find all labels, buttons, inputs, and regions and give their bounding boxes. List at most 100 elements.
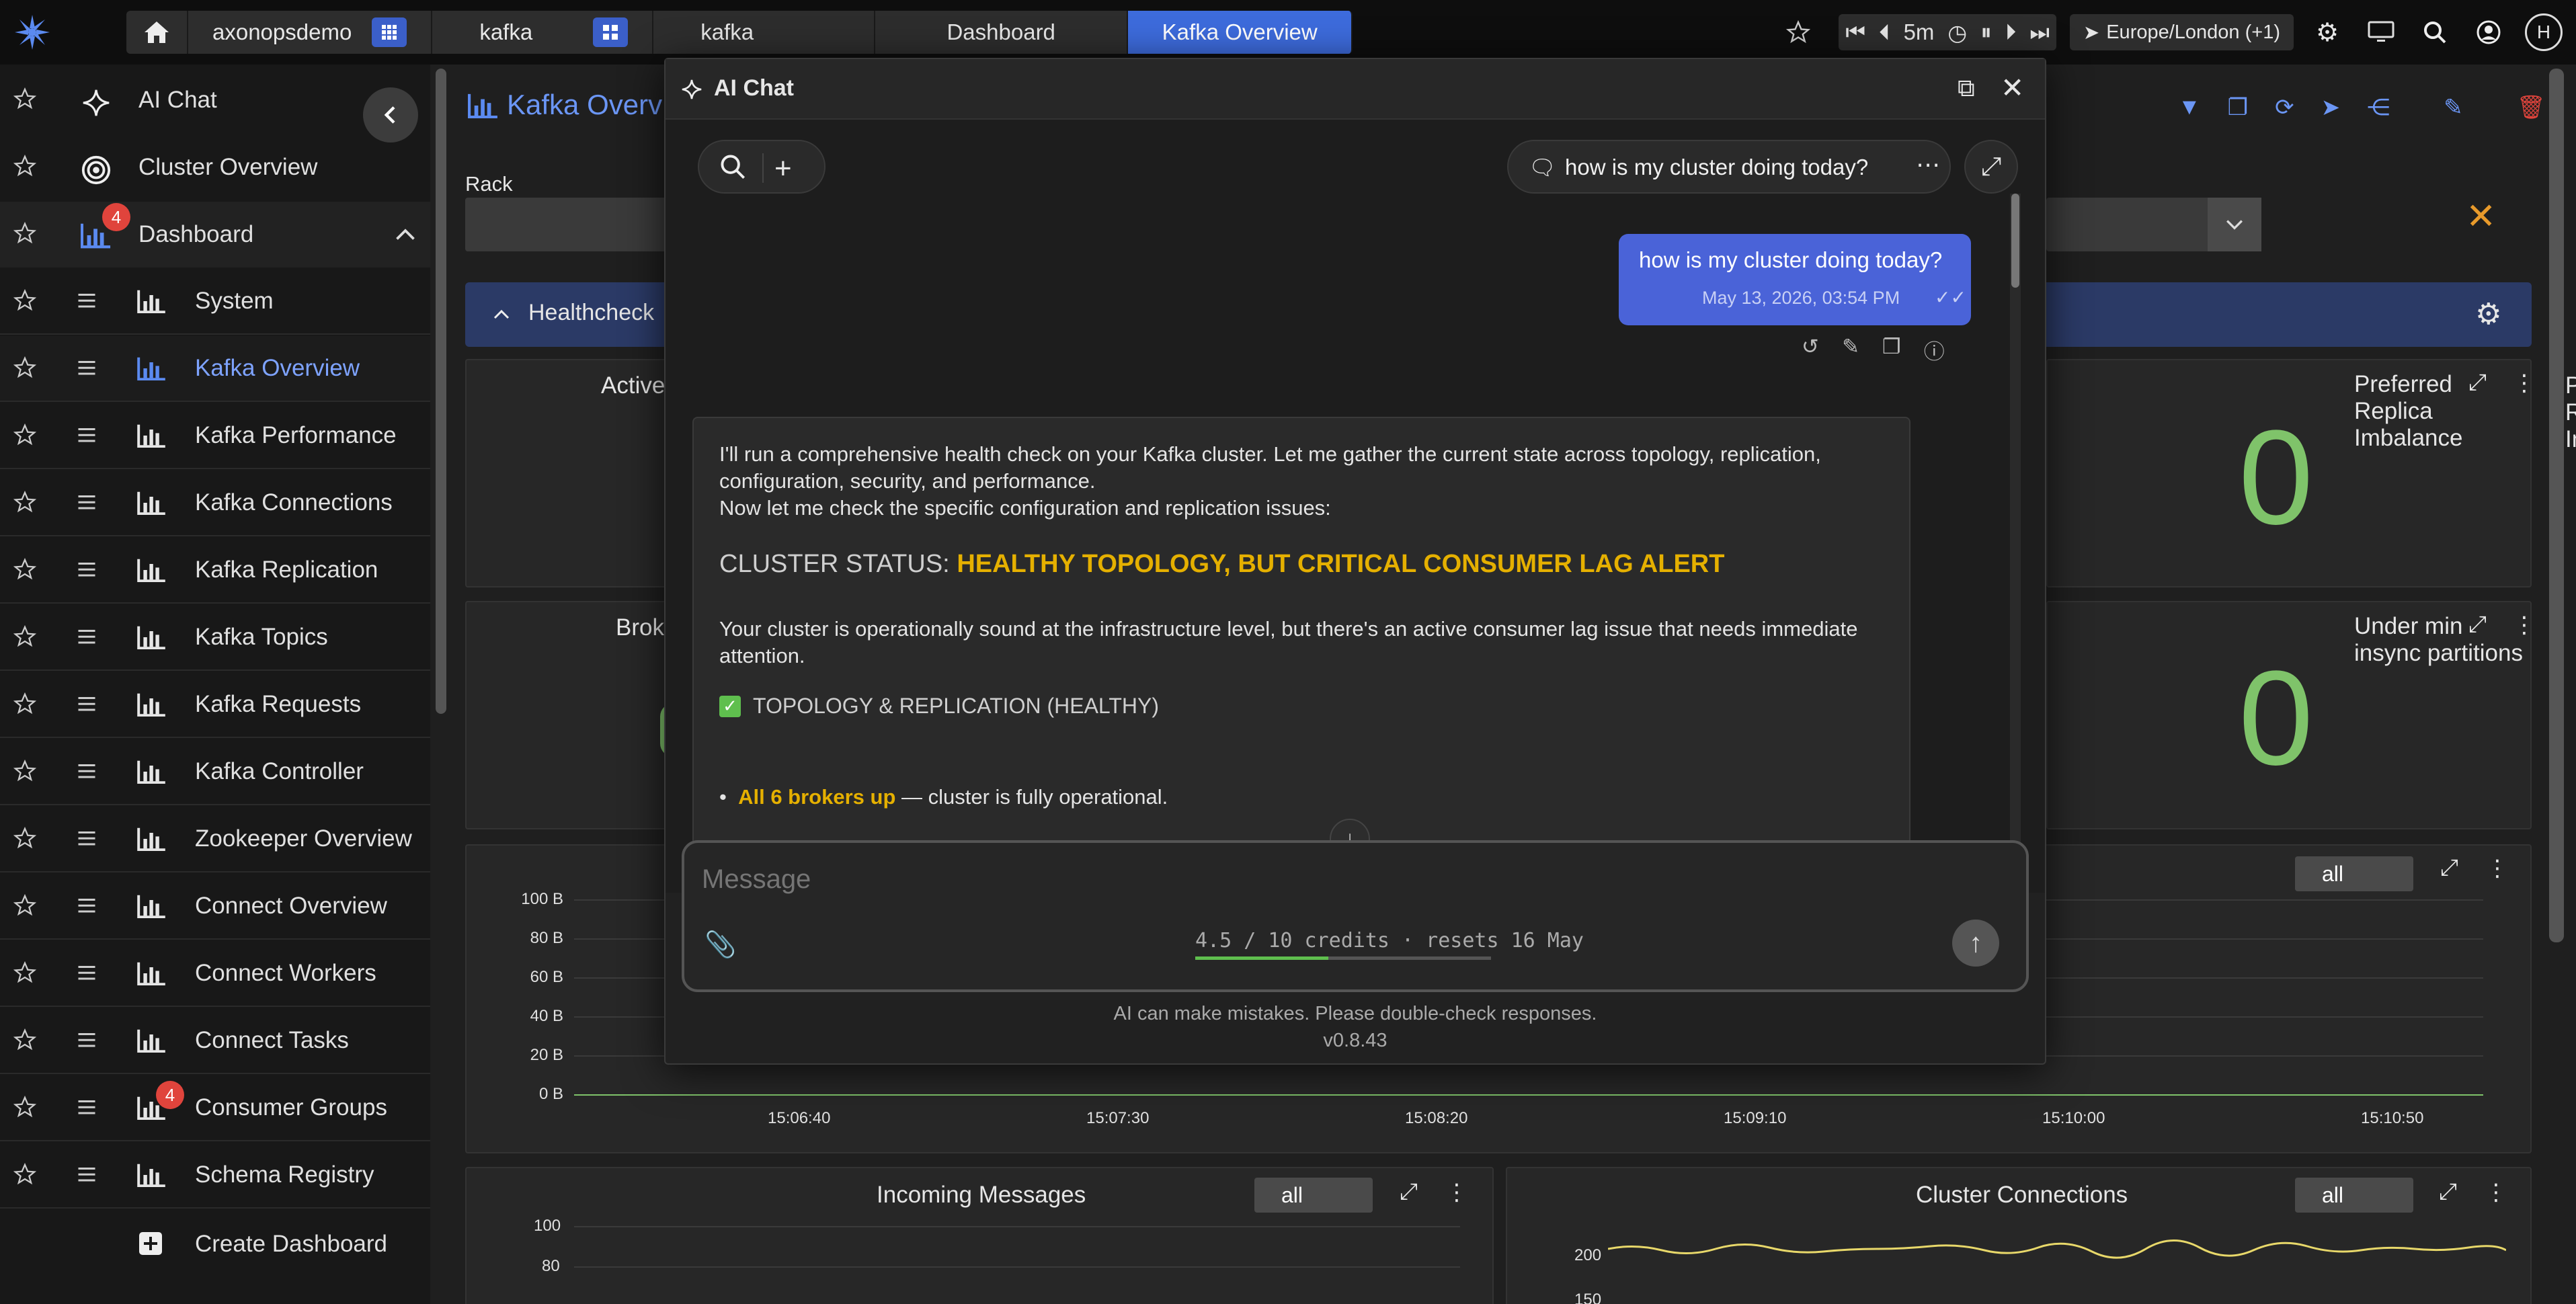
share-icon[interactable]: ⋲ [2367,94,2390,121]
star-icon[interactable] [13,961,37,987]
attach-paperclip-icon[interactable]: 📎 [705,930,736,960]
incoming-filter-select[interactable]: all [1254,1178,1373,1213]
popout-icon[interactable]: ⧉ [1958,74,1975,103]
more-vertical-icon[interactable]: ⋮ [1445,1179,1468,1206]
more-vertical-icon[interactable]: ⋮ [2513,370,2536,397]
expand-icon[interactable]: ⤢ [2468,370,2487,396]
section-settings-gear-icon[interactable]: ⚙ [2475,297,2501,331]
breadcrumb-kafka-overview[interactable]: Kafka Overview [1128,11,1353,54]
sidebar-item-kafka-connections[interactable]: Kafka Connections [0,471,430,536]
sidebar-item-connect-tasks[interactable]: Connect Tasks [0,1008,430,1074]
send-button[interactable]: ↑ [1952,920,1999,967]
edit-icon[interactable]: ✎ [1842,335,1859,365]
star-icon[interactable] [13,557,37,584]
refresh-icon[interactable]: ⟳ [2275,94,2294,121]
chevron-down-icon[interactable] [2208,198,2261,251]
sidebar-item-connect-workers[interactable]: Connect Workers [0,941,430,1007]
drag-handle-icon[interactable] [77,1097,97,1120]
copy-icon[interactable]: ❐ [2228,94,2248,121]
sidebar-item-schema-registry[interactable]: Schema Registry [0,1143,430,1209]
bytes-filter-select[interactable]: all [2295,856,2413,891]
drag-handle-icon[interactable] [77,828,97,852]
star-icon[interactable] [13,826,37,853]
grid-icon[interactable] [593,17,629,47]
drag-handle-icon[interactable] [77,358,97,381]
star-icon[interactable] [13,893,37,920]
sidebar-item-kafka-overview[interactable]: Kafka Overview [0,336,430,402]
clear-filters-icon[interactable]: ✕ [2466,195,2496,237]
star-icon[interactable] [13,154,37,181]
edit-icon[interactable]: ✎ [2444,94,2463,121]
skip-forward-icon[interactable]: ⏭ [2029,19,2050,46]
expand-icon[interactable]: ⤢ [1400,1179,1418,1205]
info-icon[interactable]: ⓘ [1924,335,1945,365]
create-dashboard-button[interactable]: Create Dashboard [0,1211,430,1277]
sidebar-item-ai-chat[interactable]: AI Chat [0,67,430,142]
send-icon[interactable]: ➤ [2321,94,2341,121]
expand-icon[interactable]: ⤢ [2440,855,2458,881]
pause-icon[interactable]: ⏸ [1980,19,1992,46]
drag-handle-icon[interactable] [77,290,97,314]
more-vertical-icon[interactable]: ⋮ [2485,1179,2507,1206]
search-icon[interactable] [719,153,746,184]
expand-icon[interactable]: ⤢ [2468,612,2487,638]
interval-label[interactable]: 5m [1904,19,1935,45]
drag-handle-icon[interactable] [77,963,97,986]
delete-icon[interactable]: 🗑 [2517,94,2546,121]
star-icon[interactable] [13,221,37,248]
star-icon[interactable] [13,624,37,651]
step-forward-icon[interactable]: ⏵ [2005,19,2017,46]
axonops-logo-icon[interactable] [0,0,65,65]
expand-chat-button[interactable]: ⤢ [1964,140,2018,194]
breadcrumb-org[interactable]: axonopsdemo [188,11,433,54]
new-chat-plus-icon[interactable]: + [774,152,792,186]
close-icon[interactable]: ✕ [2001,71,2024,104]
chat-scrollbar-track[interactable] [2010,194,2021,893]
sidebar-item-dashboard[interactable]: 4 Dashboard [0,202,430,268]
filter-icon[interactable]: ▼ [2178,94,2201,121]
conversation-selector[interactable]: 🗨 how is my cluster doing today? ⋯ [1507,140,1951,194]
sidebar-item-kafka-performance[interactable]: Kafka Performance [0,403,430,469]
star-icon[interactable] [13,1162,37,1189]
step-back-icon[interactable]: ⏴ [1879,19,1890,46]
star-icon[interactable] [13,87,37,114]
star-icon[interactable] [13,759,37,786]
sidebar-item-kafka-topics[interactable]: Kafka Topics [0,605,430,671]
user-account-icon[interactable] [2468,12,2509,52]
monitor-icon[interactable] [2361,12,2401,52]
sidebar-item-connect-overview[interactable]: Connect Overview [0,874,430,940]
drag-handle-icon[interactable] [77,1164,97,1188]
breadcrumb-type[interactable]: kafka [432,11,654,54]
avatar[interactable]: H [2525,13,2563,51]
drag-handle-icon[interactable] [77,694,97,717]
star-icon[interactable] [13,423,37,450]
star-icon[interactable] [1778,12,1818,52]
sidebar-item-kafka-requests[interactable]: Kafka Requests [0,672,430,738]
sidebar-item-consumer-groups[interactable]: 4 Consumer Groups [0,1075,430,1141]
filter-select[interactable] [2046,198,2261,251]
retry-icon[interactable]: ↺ [1802,335,1819,365]
star-icon[interactable] [13,1095,37,1122]
settings-gear-icon[interactable]: ⚙ [2307,12,2347,52]
star-icon[interactable] [13,288,37,315]
drag-handle-icon[interactable] [77,626,97,650]
drag-handle-icon[interactable] [77,559,97,583]
star-icon[interactable] [13,692,37,719]
star-icon[interactable] [13,490,37,517]
breadcrumb-cluster[interactable]: kafka [653,11,876,54]
star-icon[interactable] [13,1028,37,1055]
search-icon[interactable] [2415,12,2455,52]
expand-icon[interactable]: ⤢ [2439,1179,2457,1205]
skip-back-icon[interactable]: ⏮ [1845,19,1865,46]
sidebar-scrollbar[interactable] [436,69,446,714]
breadcrumb-dashboard[interactable]: Dashboard [875,11,1129,54]
connections-filter-select[interactable]: all [2295,1178,2413,1213]
main-scrollbar[interactable] [2549,69,2564,942]
timezone-selector[interactable]: ➤ Europe/London (+1) [2069,14,2294,50]
more-horizontal-icon[interactable]: ⋯ [1916,151,1940,179]
more-vertical-icon[interactable]: ⋮ [2486,855,2509,882]
drag-handle-icon[interactable] [77,492,97,516]
sidebar-item-cluster-overview[interactable]: Cluster Overview [0,134,430,200]
copy-icon[interactable]: ❐ [1882,335,1901,365]
drag-handle-icon[interactable] [77,895,97,919]
